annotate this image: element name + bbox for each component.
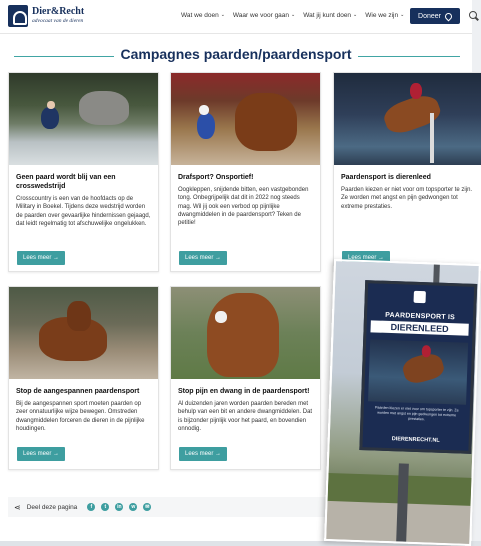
- poster-headline-2: DIERENLEED: [370, 320, 469, 336]
- page-title-row: Campagnes paarden/paardensport: [0, 46, 472, 66]
- logo[interactable]: Dier&Recht advocaat van de dieren: [8, 5, 84, 27]
- poster-logo-icon: [413, 290, 426, 304]
- share-bar: ⋖ Deel deze pagina f t in w ✉: [8, 497, 338, 517]
- donate-label: Doneer: [418, 12, 441, 20]
- poster-body: Paarden kiezen er niet voor om topsporte…: [374, 405, 459, 422]
- nav-item-wat-we-doen[interactable]: Wat we doen: [181, 12, 219, 19]
- campaign-image-show-jumping[interactable]: [334, 73, 481, 165]
- email-icon[interactable]: ✉: [143, 503, 152, 511]
- poster-url: DIERENRECHT.NL: [391, 436, 440, 444]
- card-text: Oogkleppen, snijdende bitten, een vastge…: [178, 187, 309, 227]
- campaign-card: Geen paard wordt blij van een crosswedst…: [8, 72, 159, 272]
- campaign-card: Draf​sport? Onsportief! Oogkleppen, snij…: [170, 72, 321, 272]
- page-title: Campagnes paarden/paardensport: [114, 46, 358, 62]
- card-text: Crosscountry is een van de hoofdacts op …: [16, 196, 151, 227]
- street-poster-photo: PAARDENSPORT IS DIERENLEED Paarden kieze…: [324, 259, 481, 546]
- share-label: Deel deze pagina: [26, 503, 78, 511]
- main-nav: Wat we doen ⌄ Waar we voor gaan ⌄ Wat jij …: [181, 12, 404, 19]
- card-title: Geen paard wordt blij van een crosswedst…: [16, 174, 116, 190]
- logo-name: Dier&Recht: [32, 6, 85, 18]
- heart-icon: [443, 11, 454, 21]
- logo-mark-icon: [8, 5, 28, 27]
- read-more-button[interactable]: Lees meer →: [179, 447, 227, 461]
- page: Dier&Recht advocaat van de dieren Wat we…: [0, 0, 481, 546]
- facebook-icon[interactable]: f: [87, 503, 96, 511]
- campaign-poster: PAARDENSPORT IS DIERENLEED Paarden kieze…: [359, 280, 478, 454]
- twitter-icon[interactable]: t: [101, 503, 110, 511]
- nav-item-wat-jij-kunt-doen[interactable]: Wat jij kunt doen: [303, 12, 351, 19]
- read-more-button[interactable]: Lees meer →: [17, 251, 65, 265]
- chevron-down-icon: ⌄: [291, 12, 296, 18]
- campaign-image-harness-driving[interactable]: [9, 287, 158, 379]
- whatsapp-icon[interactable]: w: [129, 503, 138, 511]
- nav-item-waar-we-voor-gaan[interactable]: Waar we voor gaan: [233, 12, 289, 19]
- card-title: Stop pijn en dwang in de paardensport!: [178, 388, 310, 395]
- site-header: Dier&Recht advocaat van de dieren Wat we…: [0, 0, 477, 34]
- share-icon: ⋖: [14, 502, 21, 512]
- read-more-button[interactable]: Lees meer →: [17, 447, 65, 461]
- chevron-down-icon: ⌄: [353, 12, 358, 18]
- campaign-card: Stop pijn en dwang in de paardensport! A…: [170, 286, 321, 470]
- campaign-card: Stop de aangespannen paardensport Bij de…: [8, 286, 159, 470]
- card-text: Al duizenden jaren worden paarden berede…: [178, 401, 313, 432]
- campaign-card: Paardensport is dierenleed Paarden kieze…: [333, 72, 481, 272]
- card-title: Stop de aangespannen paardensport: [16, 388, 140, 395]
- campaign-image-cross-country[interactable]: [9, 73, 158, 165]
- donate-button[interactable]: Doneer: [410, 8, 460, 24]
- campaign-image-bridle[interactable]: [171, 287, 320, 379]
- card-title: Paardensport is dierenleed: [341, 174, 431, 181]
- logo-tagline: advocaat van de dieren: [32, 18, 84, 25]
- poster-image: [368, 339, 469, 405]
- chevron-down-icon: ⌄: [400, 12, 405, 18]
- nav-item-wie-we-zijn[interactable]: Wie we zijn: [365, 12, 398, 19]
- card-title: Draf​sport? Onsportief!: [178, 174, 254, 181]
- search-icon[interactable]: [469, 11, 477, 19]
- chevron-down-icon: ⌄: [220, 12, 225, 18]
- linkedin-icon[interactable]: in: [115, 503, 124, 511]
- card-text: Bij de aangespannen sport moeten paarden…: [16, 401, 145, 432]
- card-text: Paarden kiezen er niet voor om topsporte…: [341, 187, 473, 210]
- campaign-image-trotting[interactable]: [171, 73, 320, 165]
- read-more-button[interactable]: Lees meer →: [179, 251, 227, 265]
